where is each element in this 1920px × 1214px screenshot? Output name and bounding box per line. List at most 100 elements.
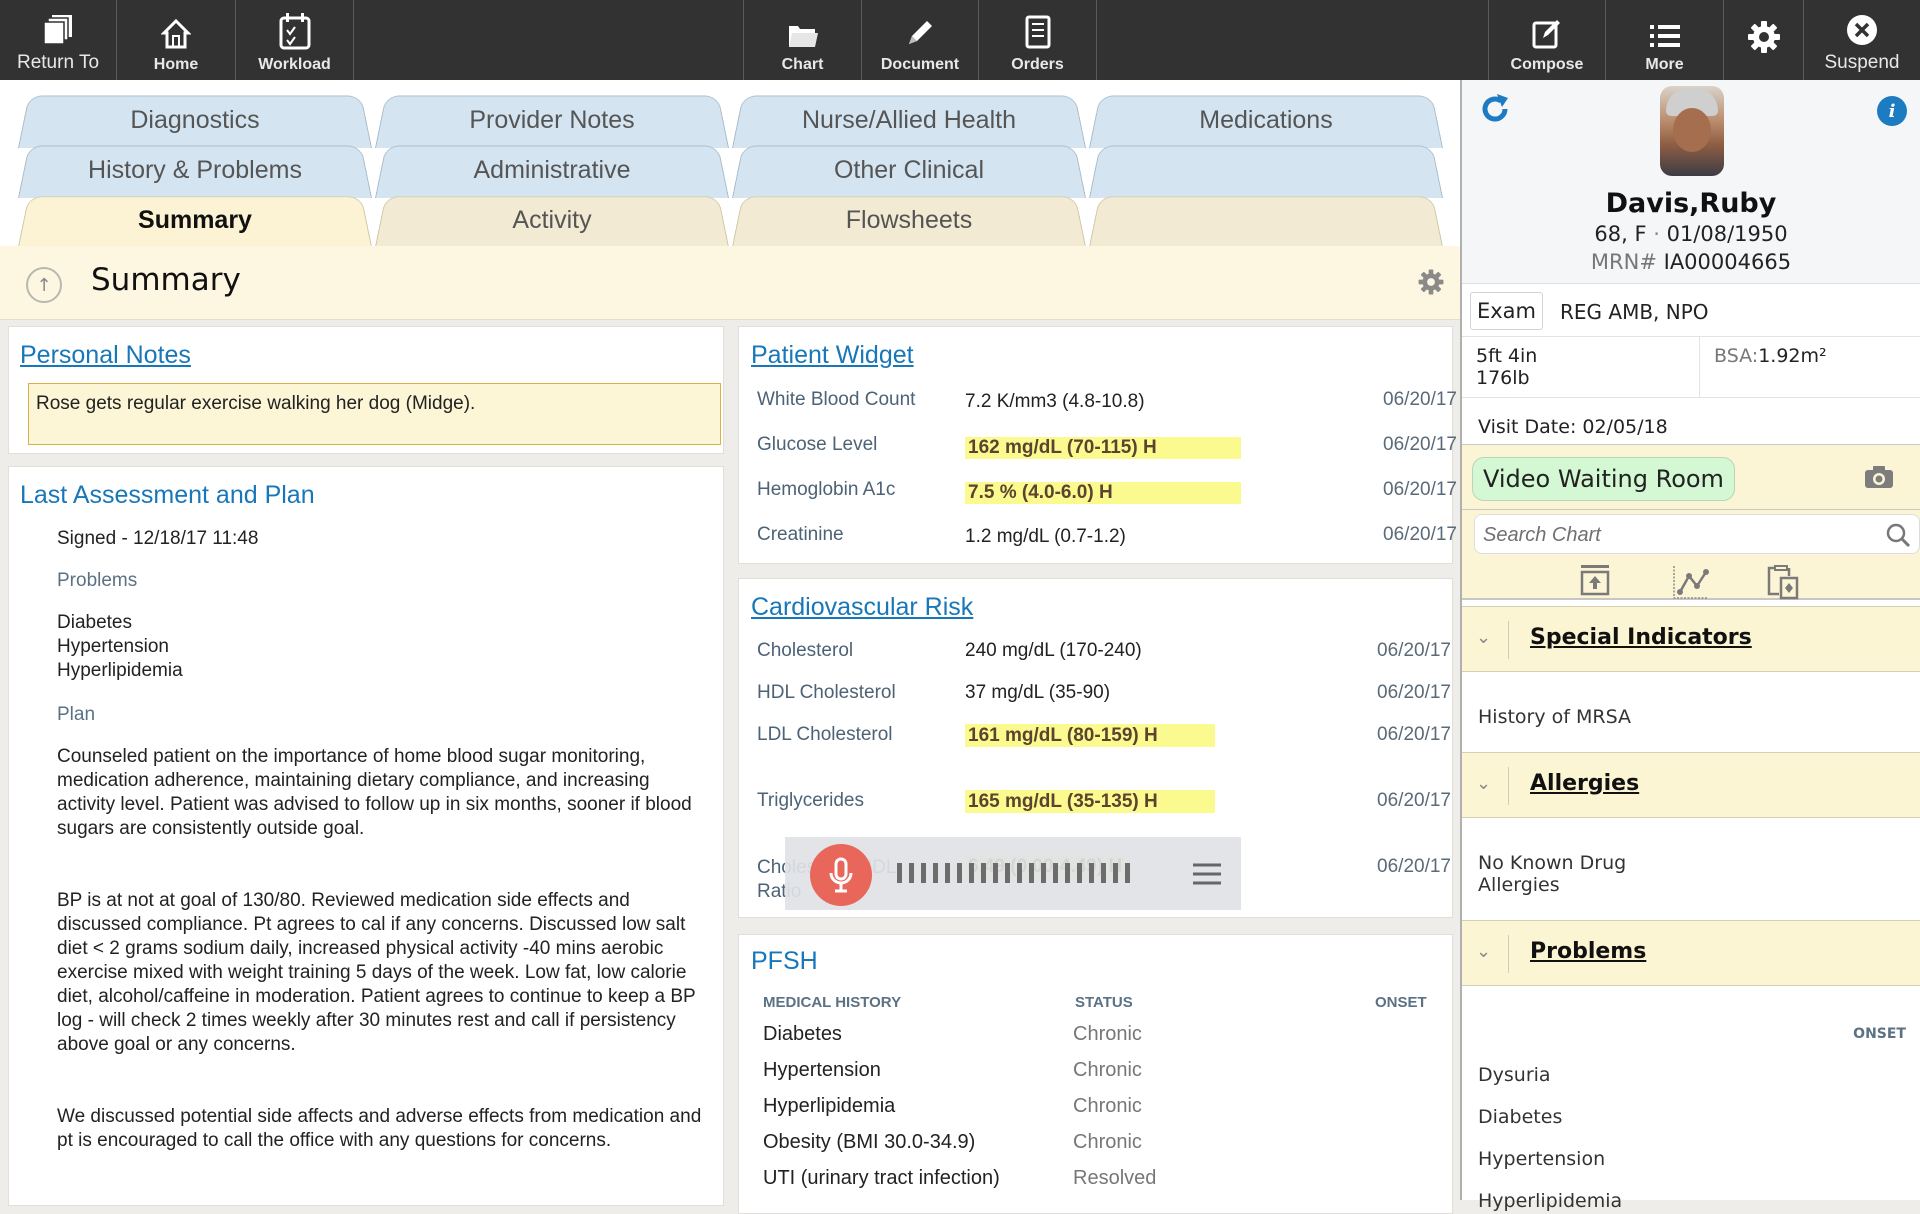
- document-button[interactable]: Document: [862, 0, 979, 80]
- problems-title[interactable]: Problems: [1530, 939, 1646, 964]
- patient-avatar: [1660, 86, 1724, 176]
- allergies-header[interactable]: ⌄ Allergies: [1462, 752, 1920, 818]
- patient-height: 5ft 4in: [1476, 345, 1538, 367]
- compose-button[interactable]: Compose: [1488, 0, 1606, 80]
- more-label: More: [1645, 56, 1684, 73]
- search-chart-input[interactable]: [1483, 521, 1873, 549]
- tab-flowsheets[interactable]: Flowsheets: [732, 193, 1086, 247]
- settings-button[interactable]: [1724, 0, 1804, 80]
- info-icon[interactable]: i: [1877, 96, 1907, 126]
- special-indicator-item: History of MRSA: [1478, 706, 1631, 728]
- camera-icon[interactable]: [1864, 465, 1894, 489]
- compose-icon: [1532, 20, 1560, 49]
- return-to-button[interactable]: Return To: [0, 0, 117, 80]
- problem-item[interactable]: Diabetes: [1478, 1106, 1562, 1128]
- patient-dob: 01/08/1950: [1666, 222, 1788, 246]
- tab-diagnostics[interactable]: Diagnostics: [18, 92, 372, 148]
- list-icon: [1649, 25, 1680, 47]
- last-assessment-title: Last Assessment and Plan: [20, 481, 315, 509]
- page-title: Summary: [91, 262, 241, 298]
- orders-button[interactable]: Orders: [979, 0, 1097, 80]
- tab-nurse-allied-health[interactable]: Nurse/Allied Health: [732, 92, 1086, 148]
- compose-label: Compose: [1510, 56, 1584, 73]
- gear-icon: [1747, 21, 1780, 53]
- upload-document-icon[interactable]: [1580, 564, 1610, 596]
- more-button[interactable]: More: [1606, 0, 1724, 80]
- search-chart-field: [1474, 514, 1920, 554]
- cardiovascular-risk-title-link[interactable]: Cardiovascular Risk: [751, 593, 973, 622]
- special-indicators-title[interactable]: Special Indicators: [1530, 625, 1752, 650]
- document-label: Document: [880, 56, 960, 73]
- exam-value: REG AMB, NPO: [1560, 300, 1709, 324]
- tab-history-problems[interactable]: History & Problems: [18, 142, 372, 198]
- problem-item: Hypertension: [57, 636, 169, 657]
- waveform-icon: [897, 863, 1130, 883]
- pfsh-card: PFSH MEDICAL HISTORY STATUS ONSET Diabet…: [738, 934, 1453, 1214]
- allergies-title[interactable]: Allergies: [1530, 771, 1639, 796]
- patient-weight: 176lb: [1476, 367, 1530, 389]
- video-row: Video Waiting Room: [1462, 444, 1920, 510]
- scroll-up-button[interactable]: ↑: [26, 267, 62, 303]
- pencil-icon: [909, 21, 932, 44]
- problem-item[interactable]: Hyperlipidemia: [1478, 1190, 1622, 1212]
- workload-label: Workload: [258, 56, 331, 73]
- problem-item[interactable]: Dysuria: [1478, 1064, 1551, 1086]
- arrow-up-icon: ↑: [36, 274, 52, 296]
- exam-row: Exam REG AMB, NPO: [1462, 284, 1920, 337]
- folder-icon: [788, 26, 818, 47]
- problem-item: Diabetes: [57, 612, 132, 633]
- col-status: STATUS: [1075, 994, 1133, 1011]
- chart-button[interactable]: Chart: [743, 0, 862, 80]
- home-button[interactable]: Home: [117, 0, 236, 80]
- patient-widget-title-link[interactable]: Patient Widget: [751, 341, 914, 370]
- patient-widget-card: Patient Widget White Blood Count 7.2 K/m…: [738, 326, 1457, 564]
- summary-settings-gear-icon[interactable]: [1417, 268, 1445, 296]
- col-onset: ONSET: [1375, 994, 1427, 1011]
- visit-date: Visit Date: 02/05/18: [1478, 416, 1668, 438]
- chevron-down-icon: ⌄: [1476, 773, 1492, 794]
- tab-other-clinical[interactable]: Other Clinical: [732, 142, 1086, 198]
- refresh-icon[interactable]: [1478, 92, 1512, 126]
- problem-item[interactable]: Hypertension: [1478, 1148, 1605, 1170]
- plan-paragraph: We discussed potential side affects and …: [57, 1106, 702, 1151]
- problem-list: Diabetes Hypertension Hyperlipidemia: [57, 611, 183, 683]
- orders-label: Orders: [1011, 56, 1064, 73]
- tab-medications[interactable]: Medications: [1089, 92, 1443, 148]
- pfsh-title: PFSH: [751, 947, 818, 975]
- suspend-button[interactable]: Suspend: [1804, 0, 1920, 80]
- bsa: BSA:1.92m²: [1714, 345, 1827, 367]
- last-assessment-card: Last Assessment and Plan Signed - 12/18/…: [8, 466, 724, 1206]
- exam-button[interactable]: Exam: [1470, 292, 1543, 330]
- search-icon[interactable]: [1885, 522, 1911, 548]
- plan-paragraph: Counseled patient on the importance of h…: [57, 746, 692, 839]
- video-waiting-room-button[interactable]: Video Waiting Room: [1472, 457, 1735, 501]
- tab-administrative[interactable]: Administrative: [375, 142, 729, 198]
- special-indicators-header[interactable]: ⌄ Special Indicators: [1462, 606, 1920, 672]
- tab-provider-notes[interactable]: Provider Notes: [375, 92, 729, 148]
- menu-icon[interactable]: [1191, 861, 1223, 887]
- allergy-item: No Known Drug Allergies: [1478, 852, 1627, 896]
- tab-summary[interactable]: Summary: [18, 193, 372, 247]
- problem-item: Hyperlipidemia: [57, 660, 183, 681]
- problems-onset-header: ONSET: [1853, 1026, 1906, 1042]
- clipboard-form-icon[interactable]: [1767, 564, 1799, 600]
- microphone-button[interactable]: [810, 844, 872, 906]
- signed-timestamp: Signed - 12/18/17 11:48: [57, 528, 259, 549]
- workload-button[interactable]: Workload: [236, 0, 354, 80]
- trend-graph-icon[interactable]: [1672, 564, 1710, 600]
- orders-clipboard-icon: [1025, 15, 1050, 49]
- patient-sidebar: i Davis,Ruby 68, F · 01/08/1950 MRN# IA0…: [1460, 80, 1920, 1212]
- stack-icon: [43, 15, 72, 45]
- problems-header[interactable]: ⌄ Problems: [1462, 920, 1920, 986]
- problems-subheading: Problems: [57, 570, 138, 591]
- return-to-label: Return To: [16, 52, 100, 73]
- home-icon: [161, 18, 191, 49]
- chart-label: Chart: [781, 56, 824, 73]
- home-label: Home: [153, 56, 199, 73]
- personal-notes-title-link[interactable]: Personal Notes: [20, 341, 191, 370]
- personal-note-text[interactable]: Rose gets regular exercise walking her d…: [28, 383, 721, 445]
- calendar-check-icon: [279, 13, 310, 50]
- tab-activity[interactable]: Activity: [375, 193, 729, 247]
- patient-demographics: 68, F · 01/08/1950: [1594, 222, 1788, 246]
- patient-banner: i Davis,Ruby 68, F · 01/08/1950 MRN# IA0…: [1462, 80, 1920, 284]
